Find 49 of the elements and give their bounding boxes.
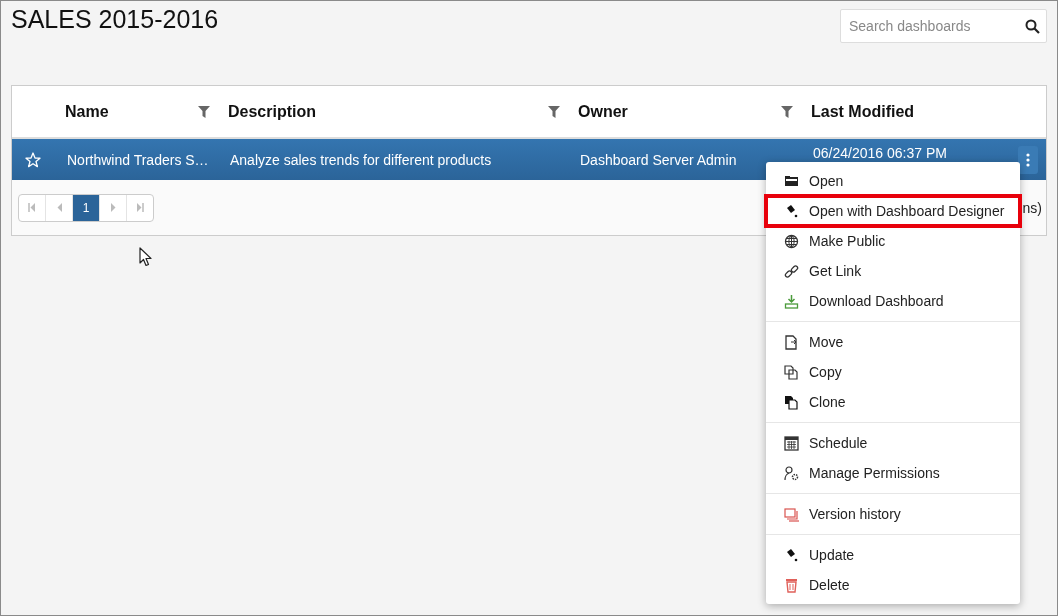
document-arrow-icon (784, 334, 799, 350)
clone-icon (784, 394, 799, 410)
menu-item[interactable]: Get Link (766, 256, 1020, 286)
user-gear-icon (784, 465, 799, 481)
folder-icon (784, 173, 799, 189)
table-cell-text: 06/24/2016 06:37 PM (812, 144, 948, 161)
mouse-pointer-icon (139, 247, 153, 267)
page-button[interactable]: 1 (73, 194, 100, 221)
stacked-windows-icon (784, 506, 799, 522)
previous-page-icon[interactable] (56, 203, 62, 212)
table-cell-text: Analyze sales trends for different products (229, 151, 493, 168)
menu-item[interactable]: Clone (766, 387, 1020, 417)
first-page-icon[interactable] (28, 203, 36, 212)
vertical-dots-icon[interactable] (1026, 152, 1030, 167)
more-button[interactable] (1018, 145, 1038, 174)
menu-item[interactable]: Download Dashboard (766, 286, 1020, 316)
menu-item[interactable]: Delete (766, 570, 1020, 600)
page-title: SALES 2015-2016 (11, 5, 219, 34)
column-header[interactable]: Name (65, 102, 109, 121)
link-icon (784, 263, 799, 279)
column-header[interactable]: Description (228, 102, 316, 121)
calendar-icon (784, 435, 799, 451)
last-page-icon[interactable] (136, 203, 144, 212)
pen-icon (784, 203, 799, 219)
menu-item[interactable]: Make Public (766, 226, 1020, 256)
trash-icon (784, 577, 799, 593)
menu-item[interactable]: Move (766, 327, 1020, 357)
menu-item[interactable]: Manage Permissions (766, 458, 1020, 488)
table-cell-text: Northwind Traders S… (66, 151, 210, 168)
globe-icon (784, 233, 799, 249)
next-page-icon[interactable] (110, 203, 116, 212)
filter-icon[interactable] (548, 105, 560, 118)
download-icon (784, 293, 799, 309)
menu-item[interactable]: Update (766, 540, 1020, 570)
search-icon[interactable] (1025, 18, 1040, 34)
filter-icon[interactable] (198, 105, 210, 118)
menu-item[interactable]: Schedule (766, 428, 1020, 458)
pager-info: ns) (1022, 199, 1042, 216)
copy-icon (784, 364, 799, 380)
pen-icon (784, 547, 799, 563)
menu-item[interactable]: Copy (766, 357, 1020, 387)
table-cell-text: Dashboard Server Admin (579, 151, 738, 168)
menu-item[interactable]: Version history (766, 499, 1020, 529)
menu-item[interactable]: Open with Dashboard Designer (766, 196, 1020, 226)
search-field[interactable]: Search dashboards (840, 9, 1047, 43)
star-icon[interactable] (24, 151, 41, 168)
column-header[interactable]: Last Modified (811, 102, 915, 121)
filter-icon[interactable] (781, 105, 793, 118)
column-header[interactable]: Owner (578, 102, 628, 121)
